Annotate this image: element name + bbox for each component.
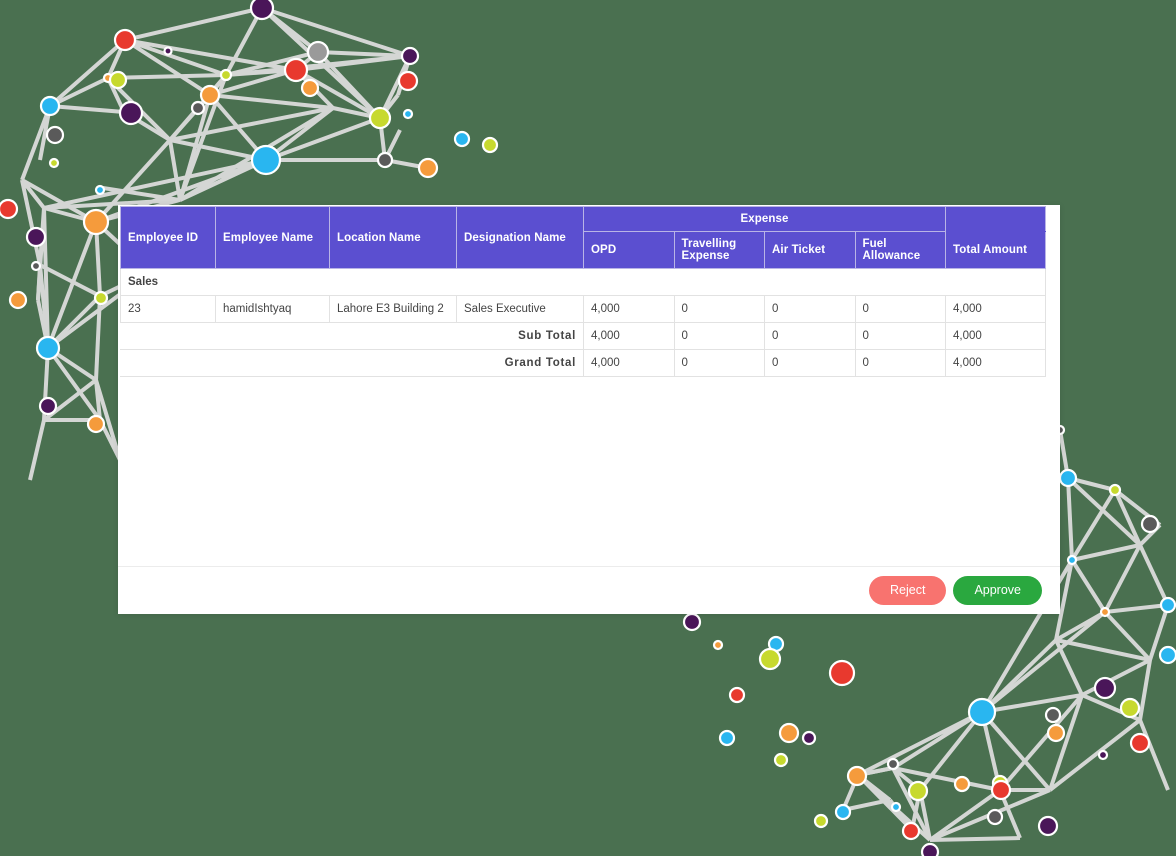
sub-total-total-amount: 4,000 — [945, 322, 1046, 350]
expense-table-container: Employee ID Employee Name Location Name … — [120, 206, 1046, 377]
table-header-row-1: Employee ID Employee Name Location Name … — [120, 206, 1046, 269]
group-row-label: Sales — [120, 268, 1046, 296]
cell-air-ticket: 0 — [764, 295, 856, 323]
col-header-opd[interactable]: OPD — [583, 231, 675, 269]
sub-total-row: Sub Total 4,000 0 0 0 4,000 — [120, 322, 1046, 350]
grand-total-row: Grand Total 4,000 0 0 0 4,000 — [120, 349, 1046, 377]
sub-total-fuel-allowance: 0 — [854, 322, 946, 350]
sub-total-opd: 4,000 — [583, 322, 675, 350]
col-header-employee-name[interactable]: Employee Name — [215, 206, 330, 269]
approve-button[interactable]: Approve — [953, 576, 1042, 605]
cell-employee-name: hamidIshtyaq — [215, 295, 330, 323]
sub-total-travelling-expense: 0 — [673, 322, 765, 350]
grand-total-air-ticket: 0 — [764, 349, 856, 377]
col-header-travelling-expense[interactable]: Travelling Expense — [673, 231, 765, 269]
cell-location-name: Lahore E3 Building 2 — [329, 295, 457, 323]
grand-total-fuel-allowance: 0 — [854, 349, 946, 377]
col-header-designation-name[interactable]: Designation Name — [456, 206, 584, 269]
table-row[interactable]: 23 hamidIshtyaq Lahore E3 Building 2 Sal… — [120, 295, 1046, 323]
cell-travelling-expense: 0 — [673, 295, 765, 323]
col-header-location-name[interactable]: Location Name — [329, 206, 457, 269]
table-body: Sales 23 hamidIshtyaq Lahore E3 Building… — [120, 268, 1046, 377]
col-header-blank-corner — [945, 206, 1046, 232]
grand-total-label: Grand Total — [120, 349, 584, 377]
cell-total-amount: 4,000 — [945, 295, 1046, 323]
reject-button[interactable]: Reject — [869, 576, 947, 605]
col-header-employee-id[interactable]: Employee ID — [120, 206, 216, 269]
grand-total-travelling-expense: 0 — [673, 349, 765, 377]
card-footer: Reject Approve — [118, 567, 1060, 614]
sub-total-air-ticket: 0 — [764, 322, 856, 350]
grand-total-total-amount: 4,000 — [945, 349, 1046, 377]
group-row-sales: Sales — [120, 268, 1046, 296]
expense-table: Employee ID Employee Name Location Name … — [120, 206, 1046, 377]
table-head: Employee ID Employee Name Location Name … — [120, 206, 1046, 269]
col-header-fuel-allowance[interactable]: Fuel Allowance — [854, 231, 946, 269]
cell-fuel-allowance: 0 — [854, 295, 946, 323]
cell-opd: 4,000 — [583, 295, 675, 323]
grand-total-opd: 4,000 — [583, 349, 675, 377]
col-header-total-amount[interactable]: Total Amount — [945, 231, 1046, 269]
col-group-header-expense: Expense — [583, 206, 946, 232]
sub-total-label: Sub Total — [120, 322, 584, 350]
expense-approval-card: Employee ID Employee Name Location Name … — [118, 205, 1060, 614]
cell-employee-id: 23 — [120, 295, 216, 323]
cell-designation-name: Sales Executive — [456, 295, 584, 323]
col-header-air-ticket[interactable]: Air Ticket — [764, 231, 856, 269]
